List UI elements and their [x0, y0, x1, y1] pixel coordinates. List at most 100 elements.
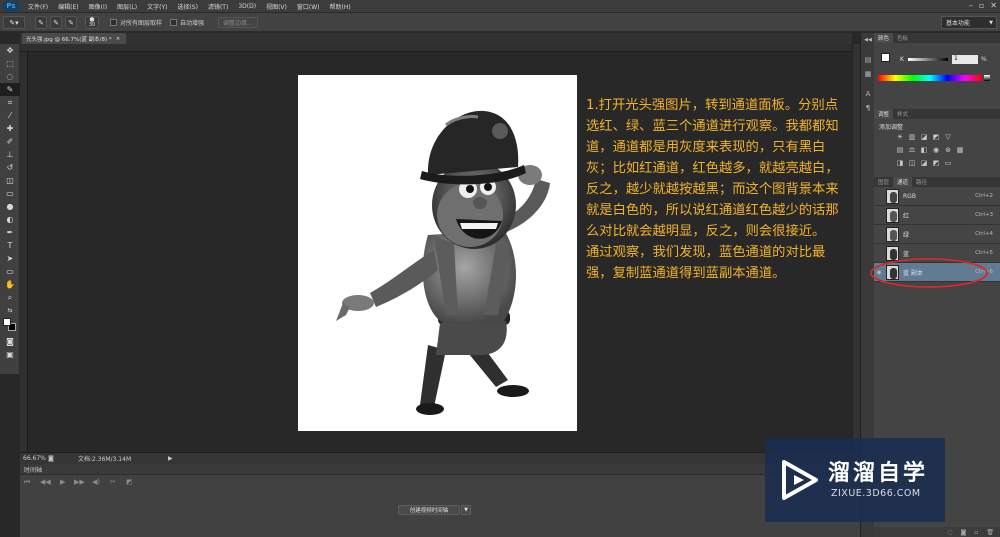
color-spectrum-bar[interactable] [878, 75, 982, 81]
lasso-tool-icon[interactable]: ◌ [0, 70, 20, 83]
tab-swatches[interactable]: 色板 [893, 33, 912, 43]
quick-mask-icon[interactable]: ◙ [0, 335, 20, 348]
collapse-icon[interactable]: ◀◀ [861, 33, 875, 47]
levels-icon[interactable]: ▥ [908, 133, 916, 141]
gradient-tool-icon[interactable]: ▭ [0, 187, 20, 200]
black-white-icon[interactable]: ◧ [920, 146, 928, 154]
pen-tool-icon[interactable]: ✒ [0, 226, 20, 239]
vibrance-icon[interactable]: ▽ [944, 133, 952, 141]
audio-icon[interactable]: ◀) [92, 478, 100, 486]
selective-color-icon[interactable]: ◩ [932, 159, 940, 167]
status-options-icon[interactable]: ◙ [48, 455, 58, 462]
menu-edit[interactable]: 编辑(E) [53, 2, 83, 11]
eyedropper-tool-icon[interactable]: ⁄ [0, 109, 20, 122]
hue-saturation-icon[interactable]: ▤ [896, 146, 904, 154]
tab-paths[interactable]: 路径 [912, 177, 931, 187]
first-frame-icon[interactable]: ⏮ [24, 478, 30, 487]
history-brush-icon[interactable]: ↺ [0, 161, 20, 174]
menu-select[interactable]: 选择(S) [172, 2, 203, 11]
quick-select-tool-icon[interactable]: ✎ [0, 83, 20, 96]
workspace-select[interactable]: 基本功能 ▼ [941, 16, 997, 29]
stamp-tool-icon[interactable]: ⊥ [0, 148, 20, 161]
load-selection-icon[interactable]: ◌ [947, 529, 952, 536]
curves-icon[interactable]: ◪ [920, 133, 928, 141]
photo-filter-icon[interactable]: ◉ [932, 146, 940, 154]
previous-frame-icon[interactable]: ◀◀ [40, 478, 51, 486]
timeline-mode-dropdown[interactable]: ▼ [461, 505, 471, 515]
subtract-selection-button[interactable]: ✎ [65, 16, 77, 29]
dodge-tool-icon[interactable]: ◐ [0, 213, 20, 226]
split-icon[interactable]: ✂ [110, 478, 116, 486]
type-tool-icon[interactable]: T [0, 239, 20, 252]
tab-styles[interactable]: 样式 [893, 109, 912, 119]
close-icon[interactable]: ✕ [990, 1, 997, 10]
save-selection-icon[interactable]: ◙ [960, 529, 966, 536]
posterize-icon[interactable]: ◫ [908, 159, 916, 167]
zoom-tool-icon[interactable]: ⌕ [0, 291, 20, 304]
menu-layer[interactable]: 图层(L) [112, 2, 142, 11]
zoom-level[interactable]: 66.67% [20, 455, 48, 462]
auto-enhance-checkbox[interactable] [170, 19, 177, 26]
channel-row-green[interactable]: 绿 Ctrl+4 [874, 225, 1000, 244]
path-select-tool-icon[interactable]: ➤ [0, 252, 20, 265]
channel-row-rgb[interactable]: RGB Ctrl+2 [874, 187, 1000, 206]
status-menu-arrow-icon[interactable]: ▶ [168, 455, 173, 462]
healing-tool-icon[interactable]: ✚ [0, 122, 20, 135]
transition-icon[interactable]: ◩ [126, 478, 133, 486]
next-frame-icon[interactable]: ▶▶ [74, 478, 85, 486]
k-value-input[interactable]: 1 [952, 55, 978, 64]
crop-tool-icon[interactable]: ⌗ [0, 96, 20, 109]
menu-3d[interactable]: 3D(D) [233, 3, 261, 10]
tab-adjustments[interactable]: 调整 [874, 109, 894, 119]
eraser-tool-icon[interactable]: ◫ [0, 174, 20, 187]
color-lookup-icon[interactable]: ▦ [956, 146, 964, 154]
menu-type[interactable]: 文字(Y) [142, 2, 172, 11]
refine-edge-button[interactable]: 调整边缘... [218, 17, 258, 28]
color-swatches[interactable] [0, 317, 20, 335]
blur-tool-icon[interactable]: ● [0, 200, 20, 213]
color-balance-icon[interactable]: ⚖ [908, 146, 916, 154]
add-selection-button[interactable]: ✎ [50, 16, 62, 29]
invert-icon[interactable]: ◨ [896, 159, 904, 167]
document-tab[interactable]: 光头强.jpg @ 66.7%(蓝 副本/8) * × [22, 33, 126, 44]
tab-layers[interactable]: 图层 [874, 177, 893, 187]
menu-view[interactable]: 视图(V) [261, 2, 292, 11]
menu-help[interactable]: 帮助(H) [325, 2, 356, 11]
screen-mode-icon[interactable]: ▣ [0, 348, 20, 361]
close-tab-icon[interactable]: × [116, 36, 121, 42]
channel-row-red[interactable]: 红 Ctrl+3 [874, 206, 1000, 225]
threshold-icon[interactable]: ◪ [920, 159, 928, 167]
gradient-map-icon[interactable]: ▭ [944, 159, 952, 167]
marquee-tool-icon[interactable]: ⬚ [0, 57, 20, 70]
menu-window[interactable]: 窗口(W) [292, 2, 325, 11]
create-video-timeline-button[interactable]: 创建视频时间轴 [398, 505, 460, 515]
maximize-icon[interactable]: ▫ [979, 1, 984, 10]
brush-tool-icon[interactable]: ✐ [0, 135, 20, 148]
minimize-icon[interactable]: – [969, 1, 973, 10]
new-channel-icon[interactable]: ▫ [974, 529, 978, 536]
new-selection-button[interactable]: ✎ [35, 16, 47, 29]
properties-icon[interactable]: ▦ [861, 67, 875, 81]
paragraph-icon[interactable]: ¶ [861, 101, 875, 115]
vertical-scrollbar[interactable] [852, 44, 860, 452]
channel-mixer-icon[interactable]: ⊛ [944, 146, 952, 154]
menu-file[interactable]: 文件(F) [23, 2, 53, 11]
tool-preset-picker[interactable]: ✎▾ [3, 16, 25, 29]
shape-tool-icon[interactable]: ▭ [0, 265, 20, 278]
foreground-color-swatch[interactable] [3, 318, 11, 326]
hand-tool-icon[interactable]: ✋ [0, 278, 20, 291]
play-icon[interactable]: ▶ [60, 478, 65, 486]
k-slider[interactable] [908, 58, 948, 61]
brush-size-picker[interactable]: ● 30 [85, 16, 99, 29]
menu-image[interactable]: 图像(I) [84, 2, 112, 11]
tab-color[interactable]: 颜色 [874, 33, 894, 43]
timeline-tab[interactable]: 时间轴 [20, 464, 860, 474]
character-icon[interactable]: A [861, 87, 875, 101]
exposure-icon[interactable]: ◩ [932, 133, 940, 141]
swap-colors-icon[interactable]: ⇆ [0, 304, 20, 317]
menu-filter[interactable]: 滤镜(T) [203, 2, 233, 11]
move-tool-icon[interactable]: ✥ [0, 44, 20, 57]
tab-channels[interactable]: 通道 [893, 177, 913, 187]
sample-all-layers-checkbox[interactable] [110, 19, 117, 26]
brightness-icon[interactable]: ☀ [896, 133, 904, 141]
